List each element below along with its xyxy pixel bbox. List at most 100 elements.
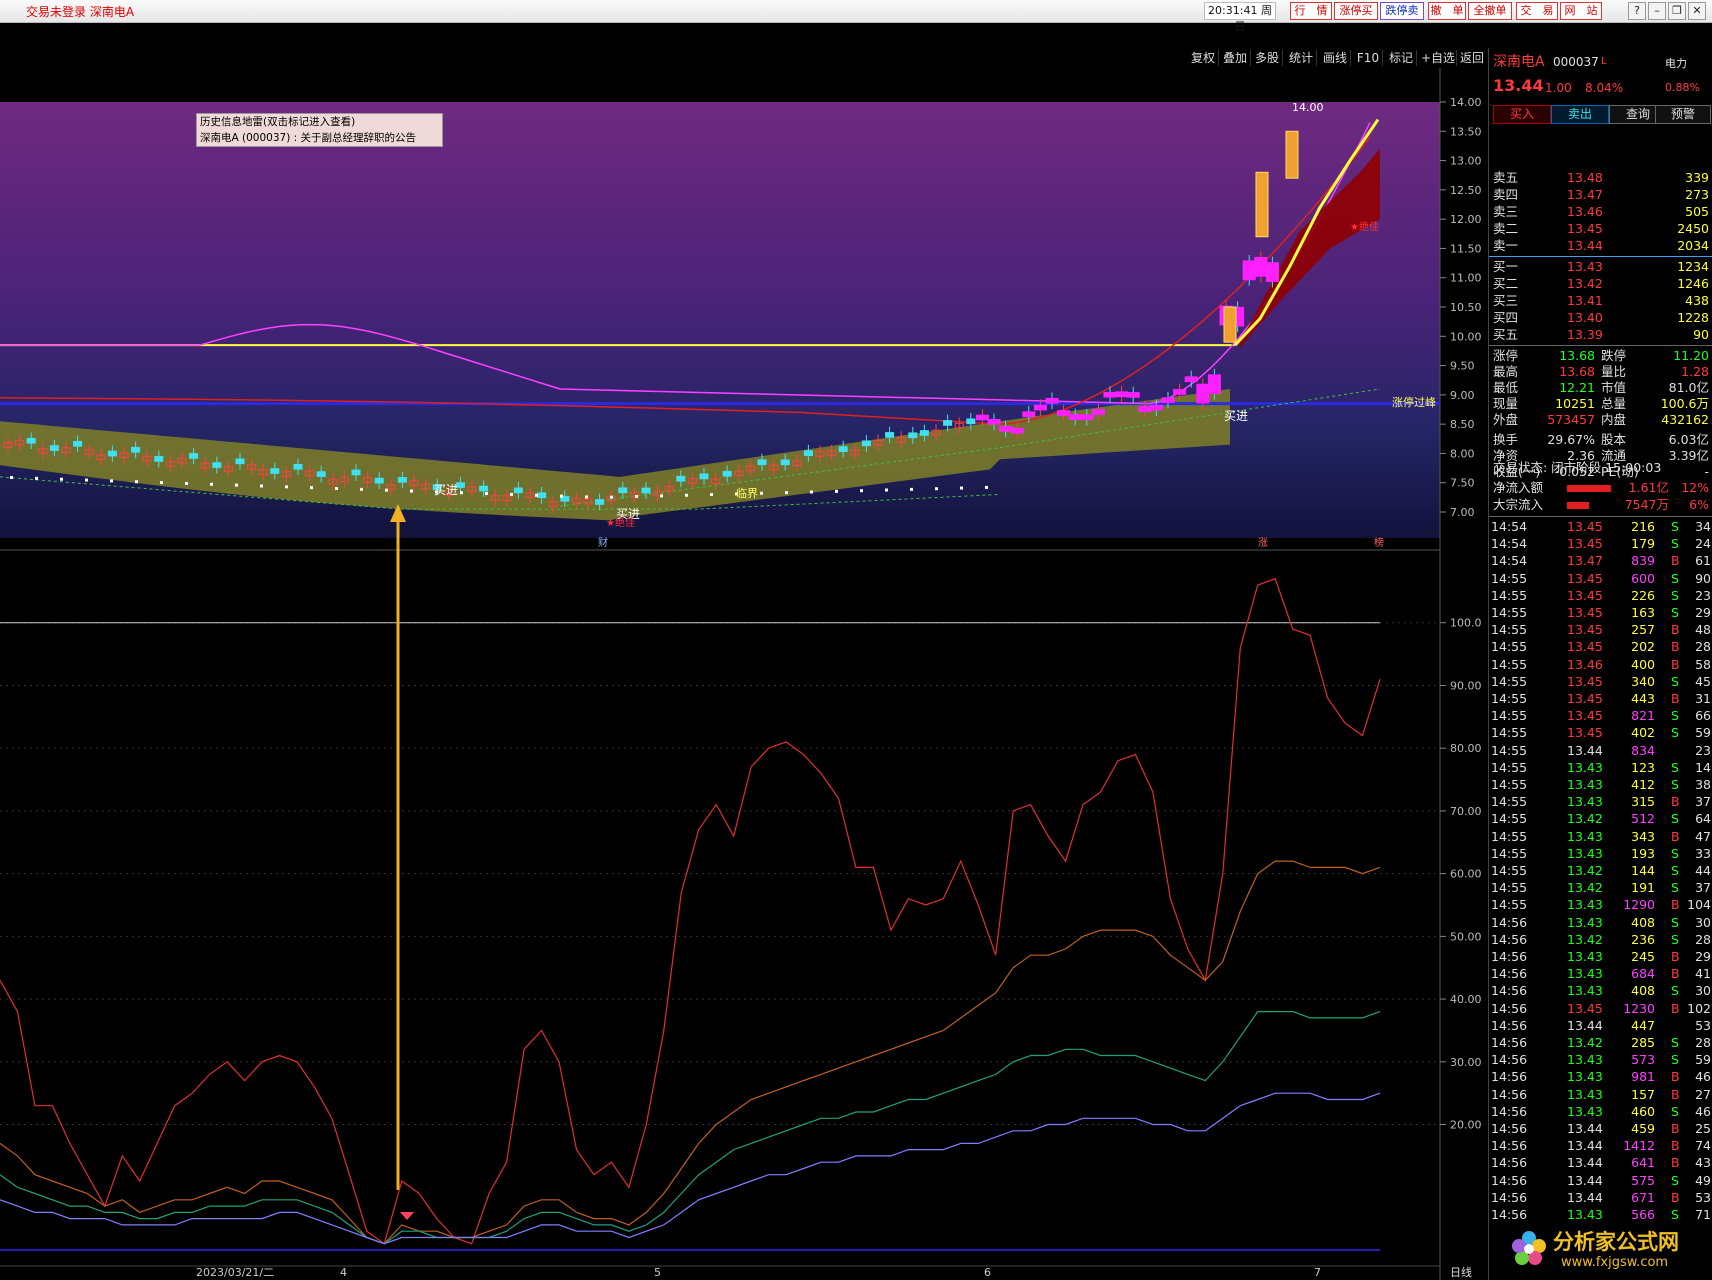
trade-volume: 1230	[1623, 1000, 1655, 1016]
trade-row[interactable]: 14:55 13.46 400 B 58	[1489, 657, 1712, 673]
trade-row[interactable]: 14:55 13.43 343 B 47	[1489, 829, 1712, 845]
trade-row[interactable]: 14:56 13.43 566 S 71	[1489, 1207, 1712, 1223]
tool-adjust[interactable]: 复权	[1188, 50, 1219, 66]
trade-row[interactable]: 14:55 13.43 315 B 37	[1489, 794, 1712, 810]
trade-row[interactable]: 14:55 13.42 144 S 44	[1489, 863, 1712, 879]
limit-down-sell-button[interactable]: 跌停卖	[1380, 2, 1424, 20]
trade-row[interactable]: 14:56 13.43 460 S 46	[1489, 1104, 1712, 1120]
minimize-icon[interactable]: –	[1648, 2, 1666, 20]
trade-volume: 600	[1631, 570, 1655, 586]
trade-row[interactable]: 14:55 13.44 834 23	[1489, 743, 1712, 759]
ask-price: 13.47	[1567, 187, 1603, 202]
trade-row[interactable]: 14:56 13.44 641 B 43	[1489, 1155, 1712, 1171]
flower-logo-icon	[1512, 1231, 1546, 1265]
signal-dot	[35, 476, 38, 480]
trade-row[interactable]: 14:56 13.44 447 53	[1489, 1018, 1712, 1034]
trade-row[interactable]: 14:56 13.42 236 S 28	[1489, 932, 1712, 948]
industry-name[interactable]: 电力	[1665, 56, 1687, 72]
trade-row[interactable]: 14:56 13.43 684 B 41	[1489, 966, 1712, 982]
trade-row[interactable]: 14:55 13.45 340 S 45	[1489, 674, 1712, 690]
signal-dot	[885, 488, 888, 492]
tool-back[interactable]: 返回	[1458, 50, 1486, 66]
trade-side: B	[1671, 897, 1680, 913]
trade-row[interactable]: 14:55 13.45 821 S 66	[1489, 708, 1712, 724]
help-icon[interactable]: ?	[1628, 2, 1646, 20]
candle	[351, 469, 361, 476]
tool-draw[interactable]: 画线	[1320, 50, 1351, 66]
trade-row[interactable]: 14:56 13.42 285 S 28	[1489, 1035, 1712, 1051]
trade-row[interactable]: 14:55 13.45 202 B 28	[1489, 639, 1712, 655]
candle	[1115, 391, 1129, 398]
buy-button[interactable]: 买入	[1493, 105, 1551, 124]
signal-dot	[85, 478, 88, 482]
trade-row[interactable]: 14:56 13.43 408 S 30	[1489, 983, 1712, 999]
signal-dot	[960, 486, 963, 490]
signal-dot	[910, 487, 913, 491]
osc-axis-label: 70.00	[1450, 805, 1482, 818]
trade-time: 14:55	[1491, 622, 1528, 638]
trade-button[interactable]: 交 易	[1516, 2, 1558, 20]
restore-icon[interactable]: ❐	[1668, 2, 1686, 20]
tool-stats[interactable]: 统计	[1286, 50, 1317, 66]
trade-row[interactable]: 14:56 13.44 575 S 49	[1489, 1173, 1712, 1189]
info-mine-popup[interactable]: 历史信息地雷(双击标记进入查看) 深南电A (000037) : 关于副总经理辞…	[196, 113, 443, 147]
trade-row[interactable]: 14:55 13.45 600 S 90	[1489, 571, 1712, 587]
trade-row[interactable]: 14:55 13.45 402 S 59	[1489, 725, 1712, 741]
trade-row[interactable]: 14:55 13.42 512 S 64	[1489, 811, 1712, 827]
trade-row[interactable]: 14:56 13.43 245 B 29	[1489, 949, 1712, 965]
trade-row[interactable]: 14:56 13.43 157 B 27	[1489, 1087, 1712, 1103]
trade-row[interactable]: 14:55 13.45 443 B 31	[1489, 691, 1712, 707]
trade-row[interactable]: 14:55 13.43 123 S 14	[1489, 760, 1712, 776]
trade-row[interactable]: 14:55 13.43 1290 B 104	[1489, 897, 1712, 913]
trade-row[interactable]: 14:56 13.43 408 S 30	[1489, 915, 1712, 931]
trade-row[interactable]: 14:55 13.45 257 B 48	[1489, 622, 1712, 638]
trade-row[interactable]: 14:56 13.44 459 B 25	[1489, 1121, 1712, 1137]
trade-row[interactable]: 14:55 13.43 412 S 38	[1489, 777, 1712, 793]
website-button[interactable]: 网 站	[1560, 2, 1602, 20]
trade-time: 14:55	[1491, 828, 1528, 844]
kline-axis-label: 12.50	[1450, 184, 1482, 197]
chart-area[interactable]: 14.00 13.50 13.00 12.50 12.00 11.50 11.00 10.50…	[0, 68, 1488, 1280]
close-icon[interactable]: ✕	[1688, 2, 1706, 20]
trade-row[interactable]: 14:56 13.44 671 B 53	[1489, 1190, 1712, 1206]
trade-row[interactable]: 14:55 13.45 163 S 29	[1489, 605, 1712, 621]
finance-marker[interactable]: 财	[598, 536, 608, 549]
alert-button[interactable]: 预警	[1655, 105, 1711, 124]
sell-button[interactable]: 卖出	[1551, 105, 1609, 124]
cancel-all-button[interactable]: 全撤单	[1468, 2, 1512, 20]
trade-volume: 343	[1631, 828, 1655, 844]
limit-up-buy-button[interactable]: 涨停买	[1334, 2, 1378, 20]
trade-row[interactable]: 14:54 13.47 839 B 61	[1489, 553, 1712, 569]
trade-volume: 981	[1631, 1069, 1655, 1085]
trade-side: B	[1671, 949, 1680, 964]
limit-up-marker[interactable]: 涨	[1258, 537, 1268, 549]
trade-price: 13.45	[1567, 519, 1603, 534]
trade-price: 13.45	[1567, 639, 1603, 655]
trade-row[interactable]: 14:56 13.43 981 B 46	[1489, 1069, 1712, 1085]
trade-row[interactable]: 14:56 13.44 1412 B 74	[1489, 1138, 1712, 1154]
trade-row[interactable]: 14:55 13.43 193 S 33	[1489, 846, 1712, 862]
trade-row[interactable]: 14:54 13.45 179 S 24	[1489, 536, 1712, 552]
tool-overlay[interactable]: 叠加	[1220, 50, 1251, 66]
trade-time: 14:56	[1491, 1035, 1528, 1050]
market-button[interactable]: 行 情	[1290, 2, 1332, 20]
trade-row[interactable]: 14:54 13.45 216 S 34	[1489, 519, 1712, 535]
trade-side: B	[1671, 966, 1680, 982]
trade-row[interactable]: 14:56 13.45 1230 B 102	[1489, 1001, 1712, 1017]
trade-count: 58	[1695, 656, 1711, 672]
tool-f10[interactable]: F10	[1354, 50, 1383, 66]
cancel-order-button[interactable]: 撤 单	[1428, 2, 1466, 20]
list-marker[interactable]: 榜	[1374, 536, 1384, 549]
bid-volume: 438	[1685, 293, 1709, 308]
bid-row: 买二 13.42 1246	[1489, 276, 1712, 292]
trade-count: 33	[1695, 845, 1711, 861]
tool-favorite[interactable]: +自选	[1420, 50, 1457, 66]
kline-axis-label: 12.00	[1450, 213, 1482, 226]
trade-row[interactable]: 14:56 13.43 573 S 59	[1489, 1052, 1712, 1068]
trade-row[interactable]: 14:55 13.45 226 S 23	[1489, 588, 1712, 604]
trade-row[interactable]: 14:55 13.42 191 S 37	[1489, 880, 1712, 896]
tool-multi[interactable]: 多股	[1252, 50, 1283, 66]
period-label[interactable]: 日线	[1450, 1265, 1472, 1279]
tool-mark[interactable]: 标记	[1386, 50, 1417, 66]
ask-label: 卖五	[1493, 170, 1519, 185]
